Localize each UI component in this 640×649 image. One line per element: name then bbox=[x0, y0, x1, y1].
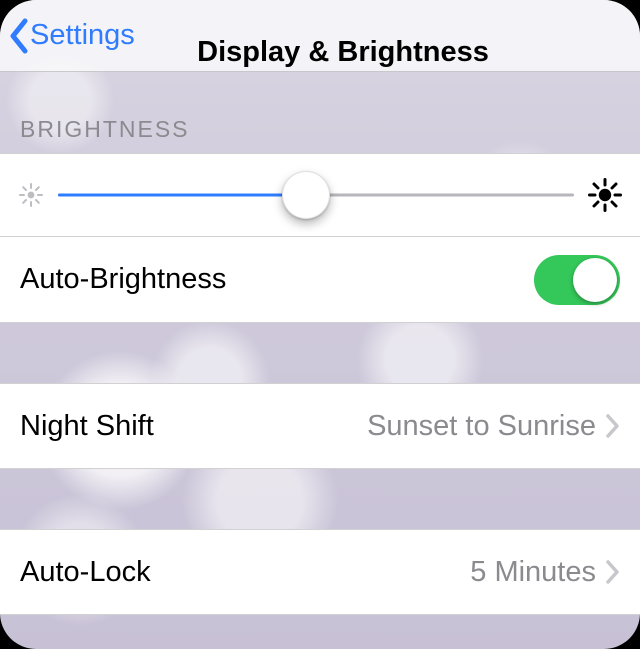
brightness-slider[interactable] bbox=[58, 171, 574, 219]
night-shift-value: Sunset to Sunrise bbox=[367, 410, 606, 443]
section-gap bbox=[0, 469, 640, 529]
slider-thumb[interactable] bbox=[282, 171, 330, 219]
section-header-brightness: BRIGHTNESS bbox=[0, 72, 640, 153]
brightness-slider-row bbox=[0, 153, 640, 237]
back-button[interactable]: Settings bbox=[0, 18, 135, 54]
brightness-high-icon bbox=[588, 178, 622, 212]
back-label: Settings bbox=[30, 19, 135, 52]
chevron-right-icon bbox=[606, 560, 620, 584]
auto-lock-value: 5 Minutes bbox=[470, 556, 606, 589]
auto-brightness-label: Auto-Brightness bbox=[20, 263, 226, 296]
auto-lock-label: Auto-Lock bbox=[20, 556, 151, 589]
navbar: Settings Display & Brightness bbox=[0, 0, 640, 72]
toggle-knob bbox=[573, 258, 617, 302]
slider-track-fill bbox=[58, 194, 306, 197]
chevron-left-icon bbox=[8, 18, 30, 54]
chevron-right-icon bbox=[606, 414, 620, 438]
section-gap bbox=[0, 323, 640, 383]
settings-screen: Settings Display & Brightness BRIGHTNESS bbox=[0, 0, 640, 649]
auto-brightness-toggle[interactable] bbox=[534, 255, 620, 305]
night-shift-label: Night Shift bbox=[20, 410, 154, 443]
auto-brightness-row: Auto-Brightness bbox=[0, 237, 640, 323]
auto-lock-row[interactable]: Auto-Lock 5 Minutes bbox=[0, 529, 640, 615]
brightness-low-icon bbox=[18, 182, 44, 208]
night-shift-row[interactable]: Night Shift Sunset to Sunrise bbox=[0, 383, 640, 469]
